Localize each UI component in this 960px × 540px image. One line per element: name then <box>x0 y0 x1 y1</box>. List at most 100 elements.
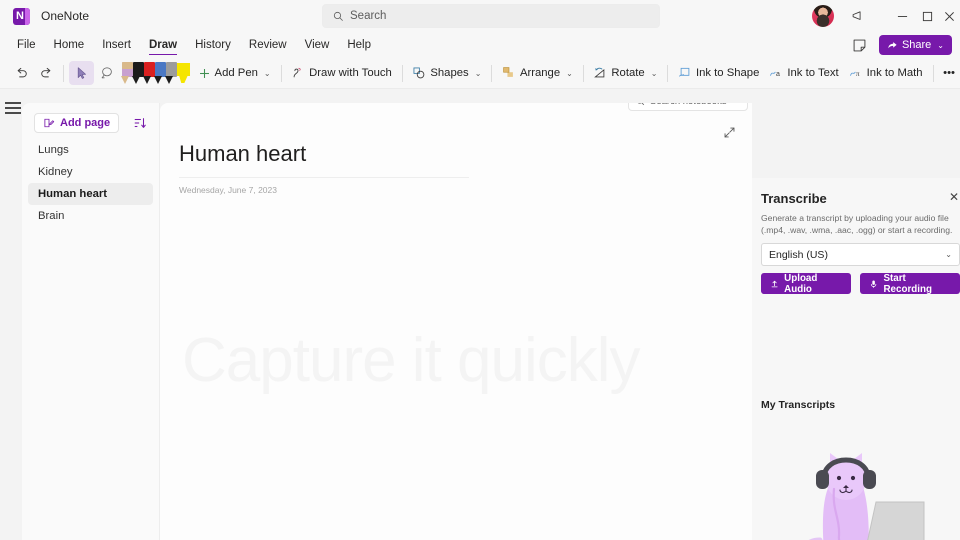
my-transcripts-heading: My Transcripts <box>761 399 836 411</box>
ink-to-math-button[interactable]: π Ink to Math <box>844 61 928 85</box>
page-item-brain[interactable]: Brain <box>28 205 153 227</box>
expand-page-icon[interactable] <box>723 126 736 139</box>
app-title: OneNote <box>41 9 90 23</box>
language-select[interactable]: English (US) ⌄ <box>761 243 960 266</box>
svg-text:π: π <box>856 70 860 78</box>
avatar[interactable] <box>811 4 835 28</box>
canvas-watermark: Capture it quickly <box>182 326 641 395</box>
onenote-window: N OneNote Search File Home Insert Draw H… <box>0 0 960 540</box>
chevron-down-icon: ⌄ <box>263 68 271 78</box>
notebook-search-placeholder: Search notebooks <box>650 103 727 107</box>
pen-tan[interactable] <box>121 62 134 84</box>
ribbon-divider <box>582 64 584 82</box>
share-button[interactable]: Share ⌄ <box>878 35 952 55</box>
sticky-note-icon[interactable] <box>851 36 869 54</box>
undo-button[interactable] <box>10 61 34 85</box>
page-date[interactable]: Wednesday, June 7, 2023 <box>179 185 277 195</box>
notebook-search-input[interactable]: Search notebooks <box>628 103 748 111</box>
shapes-button[interactable]: Shapes ⌄ <box>407 61 486 85</box>
shapes-label: Shapes <box>430 67 469 79</box>
search-icon <box>333 11 343 21</box>
upload-audio-button[interactable]: Upload Audio <box>761 272 852 295</box>
menu-item-help[interactable]: Help <box>338 36 380 54</box>
lasso-select-icon <box>77 66 86 79</box>
rotate-label: Rotate <box>611 67 645 79</box>
close-button[interactable] <box>938 0 960 32</box>
redo-button[interactable] <box>34 61 58 85</box>
menu-item-view[interactable]: View <box>296 36 339 54</box>
page-item-human-heart[interactable]: Human heart <box>28 183 153 205</box>
page-list-panel: Add page Lungs Kidney Human heart Brain <box>22 103 160 540</box>
upload-audio-label: Upload Audio <box>784 272 818 295</box>
transcribe-description: Generate a transcript by uploading your … <box>761 213 953 236</box>
start-recording-button[interactable]: Start Recording <box>860 273 960 295</box>
upload-icon <box>771 280 778 287</box>
eraser-button[interactable] <box>94 61 120 85</box>
highlighter-yellow[interactable] <box>176 62 190 84</box>
share-icon <box>888 41 897 48</box>
page-list-toolbar: Add page <box>22 103 159 139</box>
pen-gray[interactable] <box>164 62 177 84</box>
language-value: English (US) <box>769 248 828 261</box>
menu-item-draw[interactable]: Draw <box>140 36 186 55</box>
arrange-button[interactable]: Arrange ⌄ <box>497 61 578 85</box>
ribbon-divider <box>63 64 64 82</box>
ribbon-divider <box>280 64 282 82</box>
rotate-button[interactable]: Rotate ⌄ <box>588 61 662 85</box>
menu-item-file[interactable]: File <box>8 36 45 54</box>
chevron-down-icon: ⌄ <box>566 68 573 78</box>
ribbon-divider <box>667 64 668 82</box>
menu-item-review[interactable]: Review <box>240 36 296 54</box>
transcribe-title: Transcribe <box>761 191 827 206</box>
onenote-logo-icon: N <box>13 7 30 25</box>
close-transcribe-icon[interactable]: ✕ <box>949 191 959 203</box>
menu-item-insert[interactable]: Insert <box>93 36 140 54</box>
workspace: Add page Lungs Kidney Human heart Brain <box>0 89 960 540</box>
eraser-icon <box>101 67 112 79</box>
share-caret-icon: ⌄ <box>937 40 944 50</box>
ink-to-math-label: Ink to Math <box>866 67 923 79</box>
draw-with-touch-button[interactable]: Draw with Touch <box>286 61 397 85</box>
ribbon-divider <box>932 64 934 82</box>
menu-bar-right-actions: Share ⌄ <box>851 32 952 58</box>
add-pen-button[interactable]: Add Pen ⌄ <box>193 61 276 85</box>
cat-with-headphones-at-laptop-illustration <box>782 440 932 540</box>
menu-bar: File Home Insert Draw History Review Vie… <box>0 32 960 58</box>
chevron-down-icon: ⌄ <box>650 68 658 78</box>
page-item-lungs[interactable]: Lungs <box>28 139 153 161</box>
navigation-menu-icon[interactable] <box>5 102 21 116</box>
ribbon-divider <box>401 64 403 82</box>
ink-to-text-label: Ink to Text <box>787 67 839 79</box>
ink-to-shape-label: Ink to Shape <box>695 67 760 79</box>
ribbon-divider <box>491 64 492 82</box>
page-canvas[interactable]: Search notebooks Human heart Wednesday, … <box>160 103 752 540</box>
add-page-button[interactable]: Add page <box>34 113 120 133</box>
feedback-megaphone-icon[interactable] <box>840 0 876 32</box>
redo-icon <box>41 67 51 78</box>
add-page-icon <box>44 118 55 128</box>
menu-item-history[interactable]: History <box>186 36 240 54</box>
chevron-down-icon: ⌄ <box>474 68 482 78</box>
title-divider <box>179 177 469 178</box>
microphone-icon <box>871 280 877 288</box>
menu-item-home[interactable]: Home <box>45 36 94 54</box>
page-title[interactable]: Human heart <box>179 141 306 167</box>
ink-to-text-button[interactable]: a Ink to Text <box>764 61 843 85</box>
page-item-kidney[interactable]: Kidney <box>28 161 153 183</box>
ink-to-math-icon: π <box>849 70 860 78</box>
ribbon-overflow-button[interactable]: ••• <box>938 61 960 85</box>
svg-text:a: a <box>776 71 780 78</box>
transcribe-actions: Upload Audio Start Recording <box>761 272 960 295</box>
pen-black[interactable] <box>132 62 145 84</box>
sort-pages-icon[interactable] <box>133 116 147 130</box>
ink-to-shape-button[interactable]: Ink to Shape <box>673 61 764 85</box>
pen-red[interactable] <box>143 62 156 84</box>
search-input[interactable]: Search <box>322 4 660 28</box>
plus-icon <box>199 68 209 78</box>
transcribe-panel: Transcribe ✕ Generate a transcript by up… <box>752 178 960 540</box>
add-pen-label: Add Pen <box>214 67 258 79</box>
lasso-select-button[interactable] <box>68 61 94 85</box>
undo-icon <box>17 67 27 78</box>
draw-with-touch-label: Draw with Touch <box>309 67 392 79</box>
pen-blue[interactable] <box>153 62 166 84</box>
